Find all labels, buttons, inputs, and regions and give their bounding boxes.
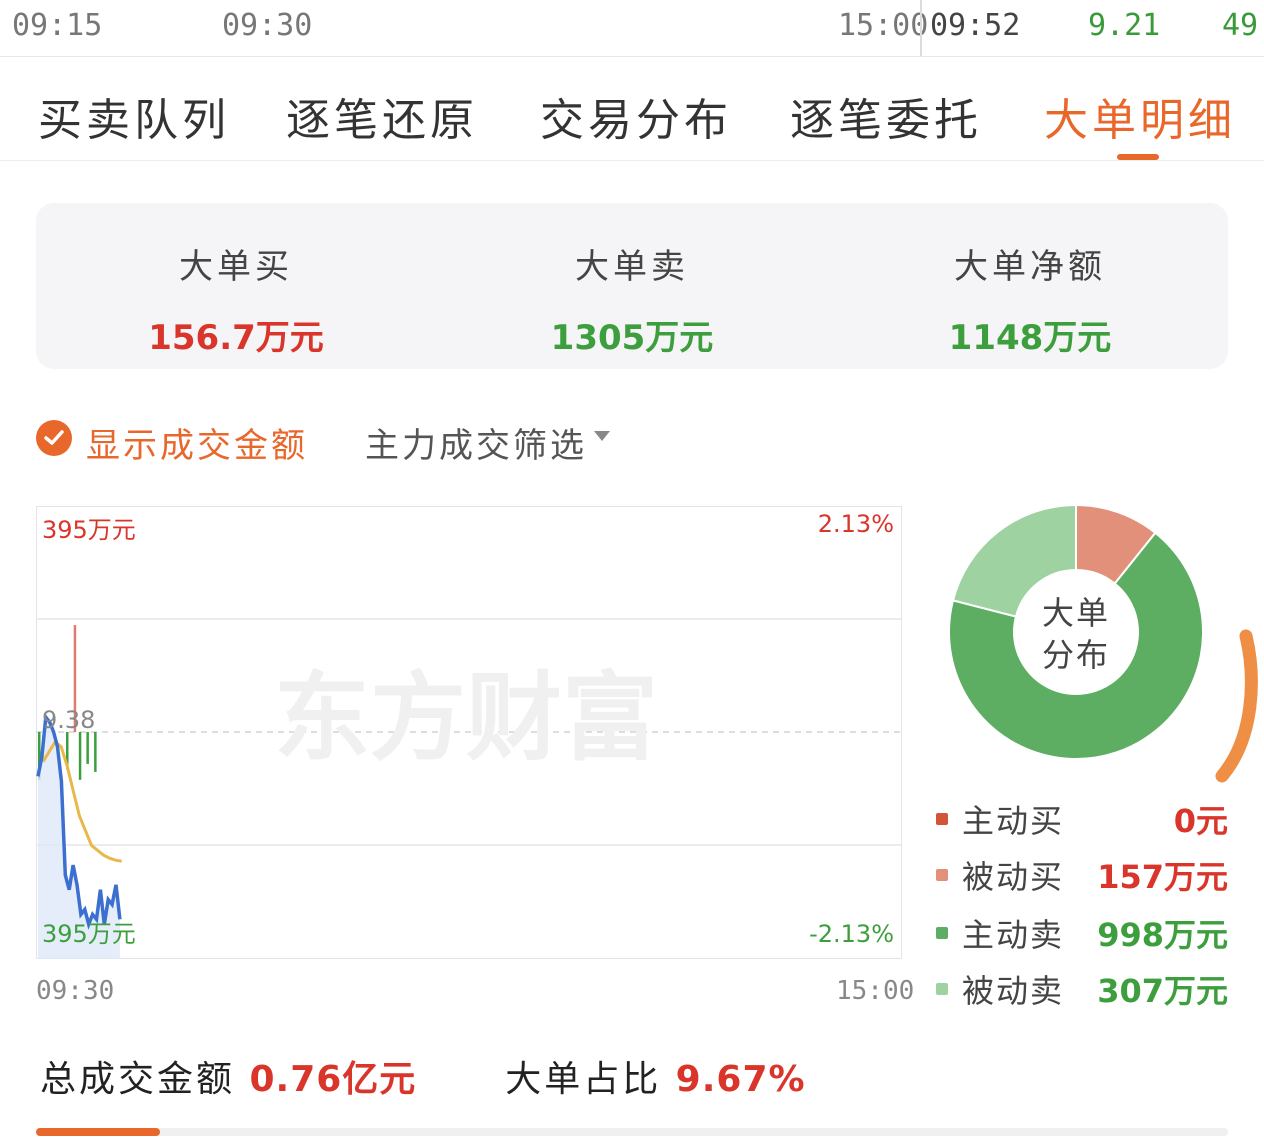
top-left-amount-label: 395万元 [42, 516, 136, 544]
legend-label: 主动买 [962, 802, 1065, 840]
legend-active-buy: 主动买 0元 [936, 796, 1228, 840]
legend-value: 0元 [1173, 802, 1228, 840]
donut-center-label: 大单 分布 [1030, 592, 1122, 676]
large-sell-label: 大单卖 [575, 247, 689, 287]
amount-bar [78, 732, 82, 780]
main-filter-dropdown[interactable]: 主力成交筛选 [365, 418, 587, 467]
total-amount-label: 总成交金额 [40, 1059, 236, 1100]
amount-bar [94, 732, 97, 772]
footer-summary: 总成交金额 0.76亿元 大单占比 9.67% [40, 1050, 806, 1102]
x-end-label: 15:00 [836, 976, 915, 1006]
total-amount-value: 0.76亿元 [249, 1059, 417, 1100]
mid-price-label: 9.38 [42, 706, 95, 734]
legend-active-sell: 主动卖 998万元 [936, 910, 1228, 954]
legend-value: 307万元 [1097, 972, 1228, 1010]
tab-tick-orders[interactable]: 逐笔委托 [790, 84, 982, 148]
active-tab-indicator [1117, 154, 1159, 160]
legend-dot [936, 869, 948, 881]
page-scroll-thumb[interactable] [36, 1128, 160, 1136]
large-buy-stat: 大单买 156.7万元 [76, 239, 396, 359]
chart-canvas: 东方财富 395万元 2.13% 9.38 395万元 -2.13% [36, 506, 902, 959]
tab-large-orders[interactable]: 大单明细 [1044, 84, 1236, 148]
bottom-right-pct-label: -2.13% [809, 920, 894, 948]
legend-dot [936, 927, 948, 939]
tab-tick-replay[interactable]: 逐笔还原 [286, 84, 478, 148]
legend-label: 被动买 [962, 858, 1065, 896]
legend-value: 998万元 [1097, 916, 1228, 954]
show-amount-checkbox[interactable] [36, 420, 72, 456]
page-scroll-track[interactable] [36, 1128, 1228, 1136]
tab-trade-distribution[interactable]: 交易分布 [540, 84, 732, 148]
time-close-label: 15:00 [838, 8, 929, 43]
large-net-label: 大单净额 [954, 247, 1106, 287]
donut-center-line1: 大单 [1041, 594, 1110, 632]
tick-time: 09:52 [930, 8, 1021, 43]
show-amount-label[interactable]: 显示成交金额 [86, 418, 308, 467]
legend-passive-buy: 被动买 157万元 [936, 852, 1228, 896]
amount-bar [86, 732, 89, 764]
large-ratio-value: 9.67% [675, 1059, 806, 1100]
scroll-arc-indicator [1214, 628, 1264, 784]
large-buy-label: 大单买 [179, 247, 293, 287]
legend-dot [936, 813, 948, 825]
legend-dot [936, 983, 948, 995]
tick-price: 9.21 [1088, 8, 1161, 43]
large-ratio-label: 大单占比 [505, 1059, 662, 1100]
chevron-down-icon[interactable] [594, 431, 610, 441]
large-sell-stat: 大单卖 1305万元 [472, 239, 792, 359]
top-right-pct-label: 2.13% [818, 510, 894, 538]
legend-passive-sell: 被动卖 307万元 [936, 966, 1228, 1010]
x-start-label: 09:30 [36, 976, 115, 1006]
top-time-strip: 09:15 09:30 15:00 09:52 9.21 49 [0, 0, 1264, 57]
time-open-label: 09:30 [222, 8, 313, 43]
large-net-value: 1148万元 [948, 318, 1112, 358]
legend-label: 被动卖 [962, 972, 1065, 1010]
checkmark-icon [44, 430, 64, 445]
tick-volume: 49 [1222, 8, 1259, 43]
intraday-chart: 东方财富 395万元 2.13% 9.38 395万元 -2.13% [36, 506, 902, 959]
time-start-label: 09:15 [12, 8, 103, 43]
summary-card: 大单买 156.7万元 大单卖 1305万元 大单净额 1148万元 [36, 203, 1228, 369]
donut-center-line2: 分布 [1041, 636, 1110, 674]
large-buy-value: 156.7万元 [148, 318, 324, 358]
legend-value: 157万元 [1097, 858, 1228, 896]
divider [920, 0, 922, 56]
tab-order-queue[interactable]: 买卖队列 [38, 84, 230, 148]
tab-bar: 买卖队列 逐笔还原 交易分布 逐笔委托 大单明细 [0, 56, 1264, 161]
large-sell-value: 1305万元 [550, 318, 714, 358]
legend-label: 主动卖 [962, 916, 1065, 954]
large-net-stat: 大单净额 1148万元 [870, 239, 1190, 359]
bottom-left-amount-label: 395万元 [42, 920, 136, 948]
watermark: 东方财富 [274, 662, 658, 774]
